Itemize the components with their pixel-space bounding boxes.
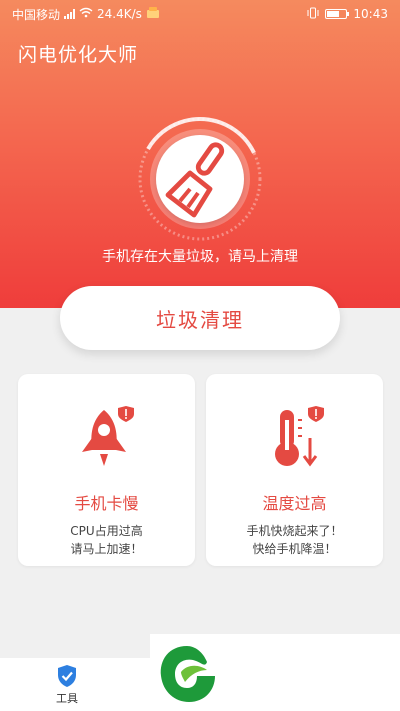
app-title: 闪电优化大师 [18,44,139,66]
battery-icon [325,9,350,19]
wifi-icon [79,7,93,21]
rocket-icon [76,404,140,474]
signal-icon [64,9,76,19]
card-title: 温度过高 [262,494,327,513]
vibrate-icon [307,7,319,22]
thermometer-icon [264,404,328,474]
notification-icon [146,6,160,22]
clock: 10:43 [353,7,388,21]
shield-check-icon [58,665,76,687]
tab-tools-label: 工具 [56,692,78,705]
broom-button[interactable] [156,135,244,223]
card-description: CPU占用过高 请马上加速！ [70,524,143,556]
clean-gauge[interactable] [136,115,264,243]
card-title: 手机卡慢 [74,494,139,513]
carrier-name: 中国移动 [12,7,61,22]
broom-icon [165,142,225,218]
card-description: 手机快烧起来了！ 快给手机降温！ [246,524,343,556]
card-phone-slow[interactable]: 手机卡慢 CPU占用过高 请马上加速！ [18,374,195,566]
status-bar: 中国移动 24.4K/s 10:43 [0,0,400,28]
card-high-temperature[interactable]: 温度过高 手机快烧起来了！ 快给手机降温！ [206,374,383,566]
junk-warning-text: 手机存在大量垃圾，请马上清理 [102,249,298,265]
watermark-logo-icon [155,642,219,706]
junk-clean-button[interactable]: 垃圾清理 [60,286,340,350]
network-speed: 24.4K/s [97,7,142,21]
tab-tools[interactable]: 工具 [42,664,92,708]
